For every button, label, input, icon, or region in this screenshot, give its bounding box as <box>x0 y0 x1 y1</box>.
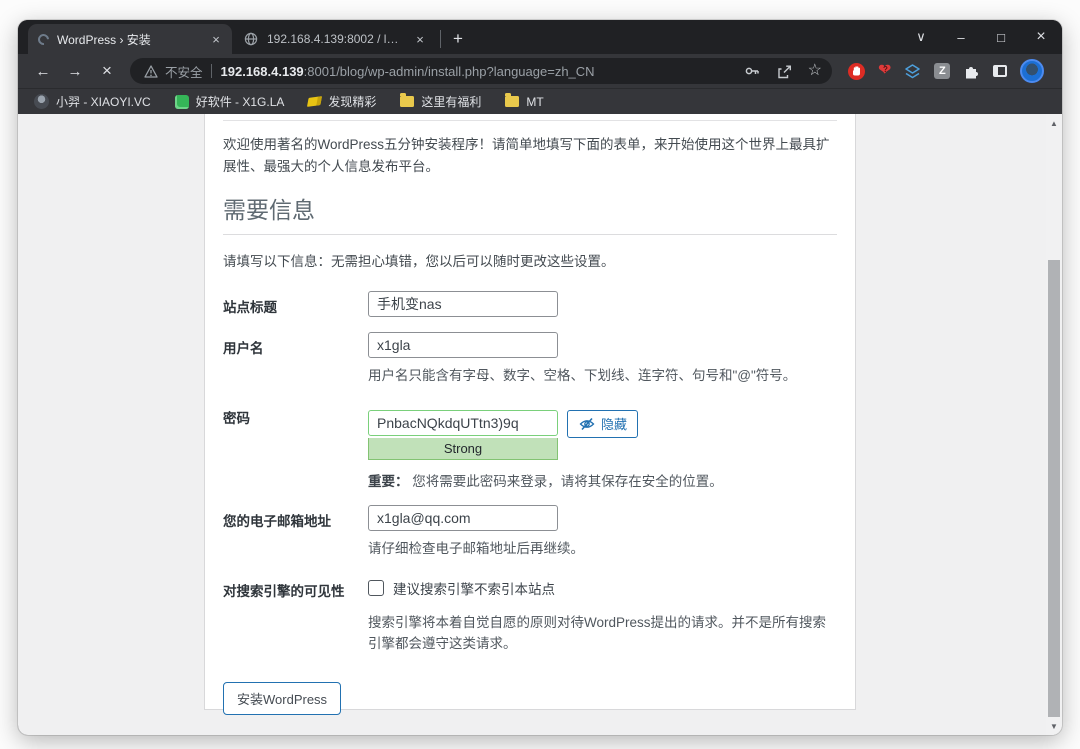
green-app-favicon <box>175 95 189 109</box>
minimize-button[interactable]: – <box>954 30 968 45</box>
scrollbar-thumb[interactable] <box>1048 260 1060 717</box>
bookmark-xiaoyi[interactable]: 小羿 - XIAOYI.VC <box>34 93 151 110</box>
password-important-note: 重要： 您将需要此密码来登录，请将其保存在安全的位置。 <box>368 470 837 490</box>
submit-row: 安装WordPress <box>223 682 837 715</box>
share-icon[interactable] <box>776 63 793 80</box>
yellow-folder-favicon <box>505 96 519 107</box>
browser-menu-icon[interactable]: ⋮ <box>1057 62 1062 80</box>
wordpress-install-card: 欢迎使用著名的WordPress五分钟安装程序！请简单地填写下面的表单，来开始使… <box>204 114 856 710</box>
extension-icons: ❤? Z ⋮ <box>848 59 1062 83</box>
username-row: 用户名 用户名只能含有字母、数字、空格、下划线、连字符、句号和"@"符号。 <box>223 332 837 387</box>
bookmark-x1gla[interactable]: 好软件 - X1G.LA <box>175 93 285 110</box>
username-label: 用户名 <box>223 332 368 387</box>
globe-icon <box>242 31 259 48</box>
tab-title: 192.168.4.139:8002 / localhost <box>267 32 404 46</box>
url-path: :8001/blog/wp-admin/install.php?language… <box>304 64 595 79</box>
new-tab-button[interactable]: + <box>445 26 471 52</box>
side-panel-icon[interactable] <box>993 65 1007 77</box>
window-controls: ∨ – □ × <box>914 20 1048 54</box>
hide-password-button[interactable]: 隐藏 <box>567 410 638 438</box>
welcome-text: 欢迎使用著名的WordPress五分钟安装程序！请简单地填写下面的表单，来开始使… <box>223 134 837 178</box>
email-input[interactable] <box>368 505 558 531</box>
install-form: 站点标题 用户名 用户名只能含有字母、数字、空格、下划线、连字符、句号和"@"符… <box>223 291 837 715</box>
search-visibility-row: 对搜索引擎的可见性 建议搜索引擎不索引本站点 搜索引擎将本着自觉自愿的原则对待W… <box>223 575 837 655</box>
url-text[interactable]: 192.168.4.139:8001/blog/wp-admin/install… <box>221 64 736 79</box>
tab-strip: WordPress › 安装 × 192.168.4.139:8002 / lo… <box>18 20 1062 54</box>
tab-separator <box>440 30 441 48</box>
browser-window: WordPress › 安装 × 192.168.4.139:8002 / lo… <box>18 20 1062 735</box>
site-title-input[interactable] <box>368 291 558 317</box>
bookmarks-bar: 小羿 - XIAOYI.VC 好软件 - X1G.LA 发现精彩 这里有福利 M… <box>18 88 1062 114</box>
site-title-row: 站点标题 <box>223 291 837 317</box>
tab-title: WordPress › 安装 <box>57 31 200 48</box>
bookmark-benefits-folder[interactable]: 这里有福利 <box>400 93 481 110</box>
bookmark-star-icon[interactable]: ☆ <box>808 63 822 79</box>
email-row: 您的电子邮箱地址 请仔细检查电子邮箱地址后再继续。 <box>223 505 837 560</box>
tab-close-icon[interactable]: × <box>412 31 428 47</box>
password-label: 密码 <box>223 402 368 490</box>
profile-avatar[interactable] <box>1020 59 1044 83</box>
intro-text: 请填写以下信息：无需担心填错，您以后可以随时更改这些设置。 <box>223 250 837 270</box>
gold-ribbon-favicon <box>307 96 322 107</box>
layers-extension-icon[interactable] <box>904 63 921 80</box>
email-help: 请仔细检查电子邮箱地址后再继续。 <box>368 539 837 560</box>
tab-close-icon[interactable]: × <box>208 31 224 47</box>
scroll-down-arrow[interactable]: ▼ <box>1046 719 1062 733</box>
tab-wordpress-install[interactable]: WordPress › 安装 × <box>28 24 232 54</box>
scroll-up-arrow[interactable]: ▲ <box>1046 116 1062 130</box>
bookmark-mt-folder[interactable]: MT <box>505 95 543 109</box>
chevron-down-icon[interactable]: ∨ <box>914 29 928 45</box>
forward-button[interactable]: → <box>62 58 88 84</box>
discourage-indexing-checkbox[interactable] <box>368 580 384 596</box>
page-scrollbar[interactable]: ▲ ▼ <box>1046 114 1062 735</box>
password-strength-meter: Strong <box>368 438 558 460</box>
warning-icon <box>142 63 159 80</box>
section-title: 需要信息 <box>223 191 837 235</box>
eye-slash-icon <box>578 415 595 432</box>
site-title-label: 站点标题 <box>223 291 368 317</box>
close-window-button[interactable]: × <box>1034 28 1048 46</box>
tab-localhost[interactable]: 192.168.4.139:8002 / localhost × <box>232 24 436 54</box>
stop-button[interactable]: × <box>94 58 120 84</box>
z-editor-extension-icon[interactable]: Z <box>934 63 950 79</box>
yellow-folder-favicon <box>400 96 414 107</box>
back-button[interactable]: ← <box>30 58 56 84</box>
extensions-puzzle-icon[interactable] <box>963 63 980 80</box>
username-input[interactable] <box>368 332 558 358</box>
hide-button-label: 隐藏 <box>601 414 627 433</box>
omnibox-actions: ☆ <box>744 63 822 80</box>
security-label[interactable]: 不安全 <box>165 62 203 81</box>
email-label: 您的电子邮箱地址 <box>223 505 368 560</box>
username-help: 用户名只能含有字母、数字、空格、下划线、连字符、句号和"@"符号。 <box>368 366 837 387</box>
password-key-icon[interactable] <box>744 63 761 80</box>
checkbox-label: 建议搜索引擎不索引本站点 <box>393 578 555 598</box>
password-row: 密码 隐藏 Strong 重要： 您将需要此密码来 <box>223 402 837 490</box>
avatar-favicon <box>34 94 49 109</box>
page-viewport: 欢迎使用著名的WordPress五分钟安装程序！请简单地填写下面的表单，来开始使… <box>18 114 1062 735</box>
install-wordpress-button[interactable]: 安装WordPress <box>223 682 341 715</box>
loading-spinner-icon <box>36 31 51 46</box>
card-top-divider <box>223 120 837 121</box>
url-host: 192.168.4.139 <box>221 64 304 79</box>
important-prefix: 重要： <box>368 474 409 489</box>
maximize-button[interactable]: □ <box>994 30 1008 45</box>
address-bar[interactable]: 不安全 192.168.4.139:8001/blog/wp-admin/ins… <box>130 58 832 84</box>
adblock-hand-icon[interactable] <box>848 63 865 80</box>
visibility-help: 搜索引擎将本着自觉自愿的原则对待WordPress提出的请求。并不是所有搜索引擎… <box>368 612 837 655</box>
bookmark-discover[interactable]: 发现精彩 <box>308 93 376 110</box>
password-input[interactable] <box>368 410 558 436</box>
heart-extension-icon[interactable]: ❤? <box>878 63 891 79</box>
visibility-label: 对搜索引擎的可见性 <box>223 575 368 655</box>
browser-toolbar: ← → × 不安全 192.168.4.139:8001/blog/wp-adm… <box>18 54 1062 88</box>
omnibox-divider <box>211 64 212 78</box>
